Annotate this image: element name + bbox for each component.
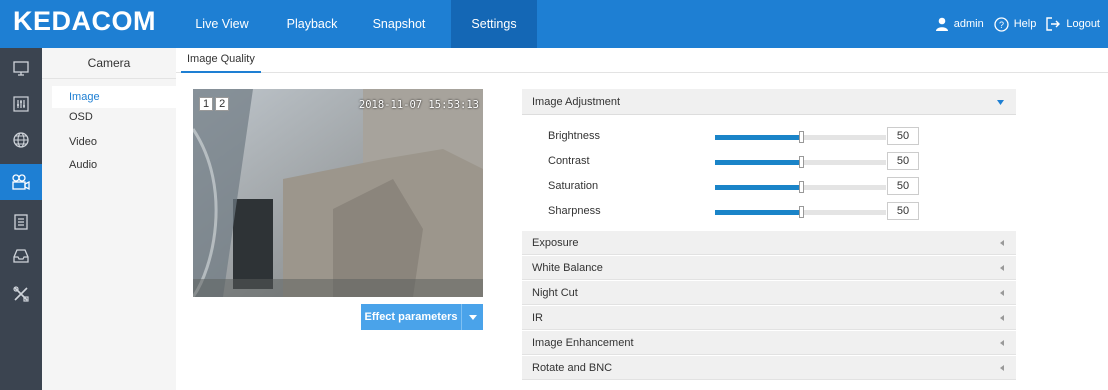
slider-row-brightness: Brightness 50 [548, 127, 919, 147]
subnav-item-image[interactable]: Image [52, 86, 176, 108]
panel-exposure[interactable]: Exposure [522, 231, 1016, 255]
brightness-label: Brightness [548, 130, 600, 142]
subnav-item-audio[interactable]: Audio [52, 154, 176, 176]
nav-tab-settings[interactable]: Settings [451, 0, 537, 48]
sidebar-item-camera[interactable] [0, 164, 42, 200]
event-list-icon [14, 214, 28, 230]
subnav-item-osd[interactable]: OSD [52, 106, 176, 128]
tab-row: Image Quality [176, 48, 1108, 73]
saturation-slider[interactable] [715, 181, 886, 193]
panel-night-cut[interactable]: Night Cut [522, 281, 1016, 305]
tab-image-quality[interactable]: Image Quality [181, 48, 261, 73]
caret-left-icon [1000, 365, 1004, 371]
username: admin [953, 18, 984, 30]
panel-rotate-and-bnc[interactable]: Rotate and BNC [522, 356, 1016, 380]
sharpness-slider[interactable] [715, 206, 886, 218]
caret-left-icon [1000, 315, 1004, 321]
panel-image-enhancement[interactable]: Image Enhancement [522, 331, 1016, 355]
contrast-slider-handle[interactable] [798, 156, 804, 168]
slider-row-sharpness: Sharpness 50 [548, 202, 919, 222]
top-bar: KEDACOM Live View Playback Snapshot Sett… [0, 0, 1108, 48]
nav-tab-live-view[interactable]: Live View [179, 0, 265, 48]
contrast-label: Contrast [548, 155, 590, 167]
sidebar-item-system[interactable] [0, 50, 42, 86]
caret-left-icon [1000, 240, 1004, 246]
logout-label: Logout [1066, 18, 1100, 30]
user-area: admin ? Help Logout [925, 0, 1100, 48]
caret-left-icon [1000, 265, 1004, 271]
channel-label-1: 1 [199, 97, 214, 111]
slider-row-contrast: Contrast 50 [548, 152, 919, 172]
effect-parameters-button[interactable]: Effect parameters [361, 304, 483, 330]
video-timestamp: 2018-11-07 15:53:13 [358, 99, 479, 111]
panel-white-balance-label: White Balance [532, 262, 603, 274]
slider-row-saturation: Saturation 50 [548, 177, 919, 197]
svg-text:?: ? [999, 20, 1004, 30]
sidebar-item-events[interactable] [0, 204, 42, 240]
brightness-slider-handle[interactable] [798, 131, 804, 143]
caret-down-icon [468, 314, 477, 320]
panel-ir-label: IR [532, 312, 543, 324]
icon-sidebar [0, 48, 42, 390]
panel-white-balance[interactable]: White Balance [522, 256, 1016, 280]
effect-parameters-label: Effect parameters [364, 311, 458, 323]
storage-tray-icon [13, 249, 29, 263]
monitor-icon [13, 61, 29, 76]
effect-dropdown-toggle[interactable] [462, 314, 483, 320]
sharpness-slider-handle[interactable] [798, 206, 804, 218]
sidebar-item-network[interactable] [0, 122, 42, 158]
contrast-value-input[interactable]: 50 [887, 152, 919, 170]
panel-exposure-label: Exposure [532, 237, 579, 249]
camera-icon [12, 174, 30, 191]
caret-left-icon [1000, 340, 1004, 346]
logo: KEDACOM [13, 6, 156, 36]
brightness-value-input[interactable]: 50 [887, 127, 919, 145]
nav-tab-playback[interactable]: Playback [273, 0, 351, 48]
contrast-slider[interactable] [715, 156, 886, 168]
image-adjustment-title: Image Adjustment [532, 96, 621, 108]
panel-ir[interactable]: IR [522, 306, 1016, 330]
sliders-icon [13, 96, 29, 112]
image-adjustment-header[interactable]: Image Adjustment [522, 89, 1016, 115]
subnav-item-video[interactable]: Video [52, 131, 176, 153]
help-icon: ? [994, 16, 1009, 32]
logout-link[interactable]: Logout [1046, 17, 1100, 31]
sidebar-item-settings[interactable] [0, 86, 42, 122]
panel-night-cut-label: Night Cut [532, 287, 578, 299]
saturation-slider-handle[interactable] [798, 181, 804, 193]
tools-icon [13, 286, 29, 302]
channel-indicators: 1 2 [199, 97, 230, 111]
camera-subnav: Camera Image OSD Video Audio [42, 48, 176, 390]
brightness-slider[interactable] [715, 131, 886, 143]
sidebar-item-maintenance[interactable] [0, 276, 42, 312]
help-label: Help [1013, 18, 1037, 30]
subnav-title: Camera [42, 48, 176, 79]
user-icon [935, 17, 948, 31]
saturation-value-input[interactable]: 50 [887, 177, 919, 195]
nav-tab-snapshot[interactable]: Snapshot [359, 0, 439, 48]
sharpness-value-input[interactable]: 50 [887, 202, 919, 220]
panel-rotate-and-bnc-label: Rotate and BNC [532, 362, 613, 374]
caret-left-icon [1000, 290, 1004, 296]
panel-image-enhancement-label: Image Enhancement [532, 337, 634, 349]
video-preview[interactable]: 1 2 2018-11-07 15:53:13 [193, 89, 483, 297]
caret-down-icon [997, 100, 1004, 105]
user-menu[interactable]: admin [935, 17, 984, 31]
sidebar-item-storage[interactable] [0, 238, 42, 274]
channel-label-2: 2 [215, 97, 230, 111]
help-link[interactable]: ? Help [994, 16, 1037, 32]
video-frame-image [193, 89, 483, 297]
logout-icon [1046, 17, 1061, 31]
sharpness-label: Sharpness [548, 205, 601, 217]
network-globe-icon [13, 132, 29, 148]
saturation-label: Saturation [548, 180, 599, 192]
